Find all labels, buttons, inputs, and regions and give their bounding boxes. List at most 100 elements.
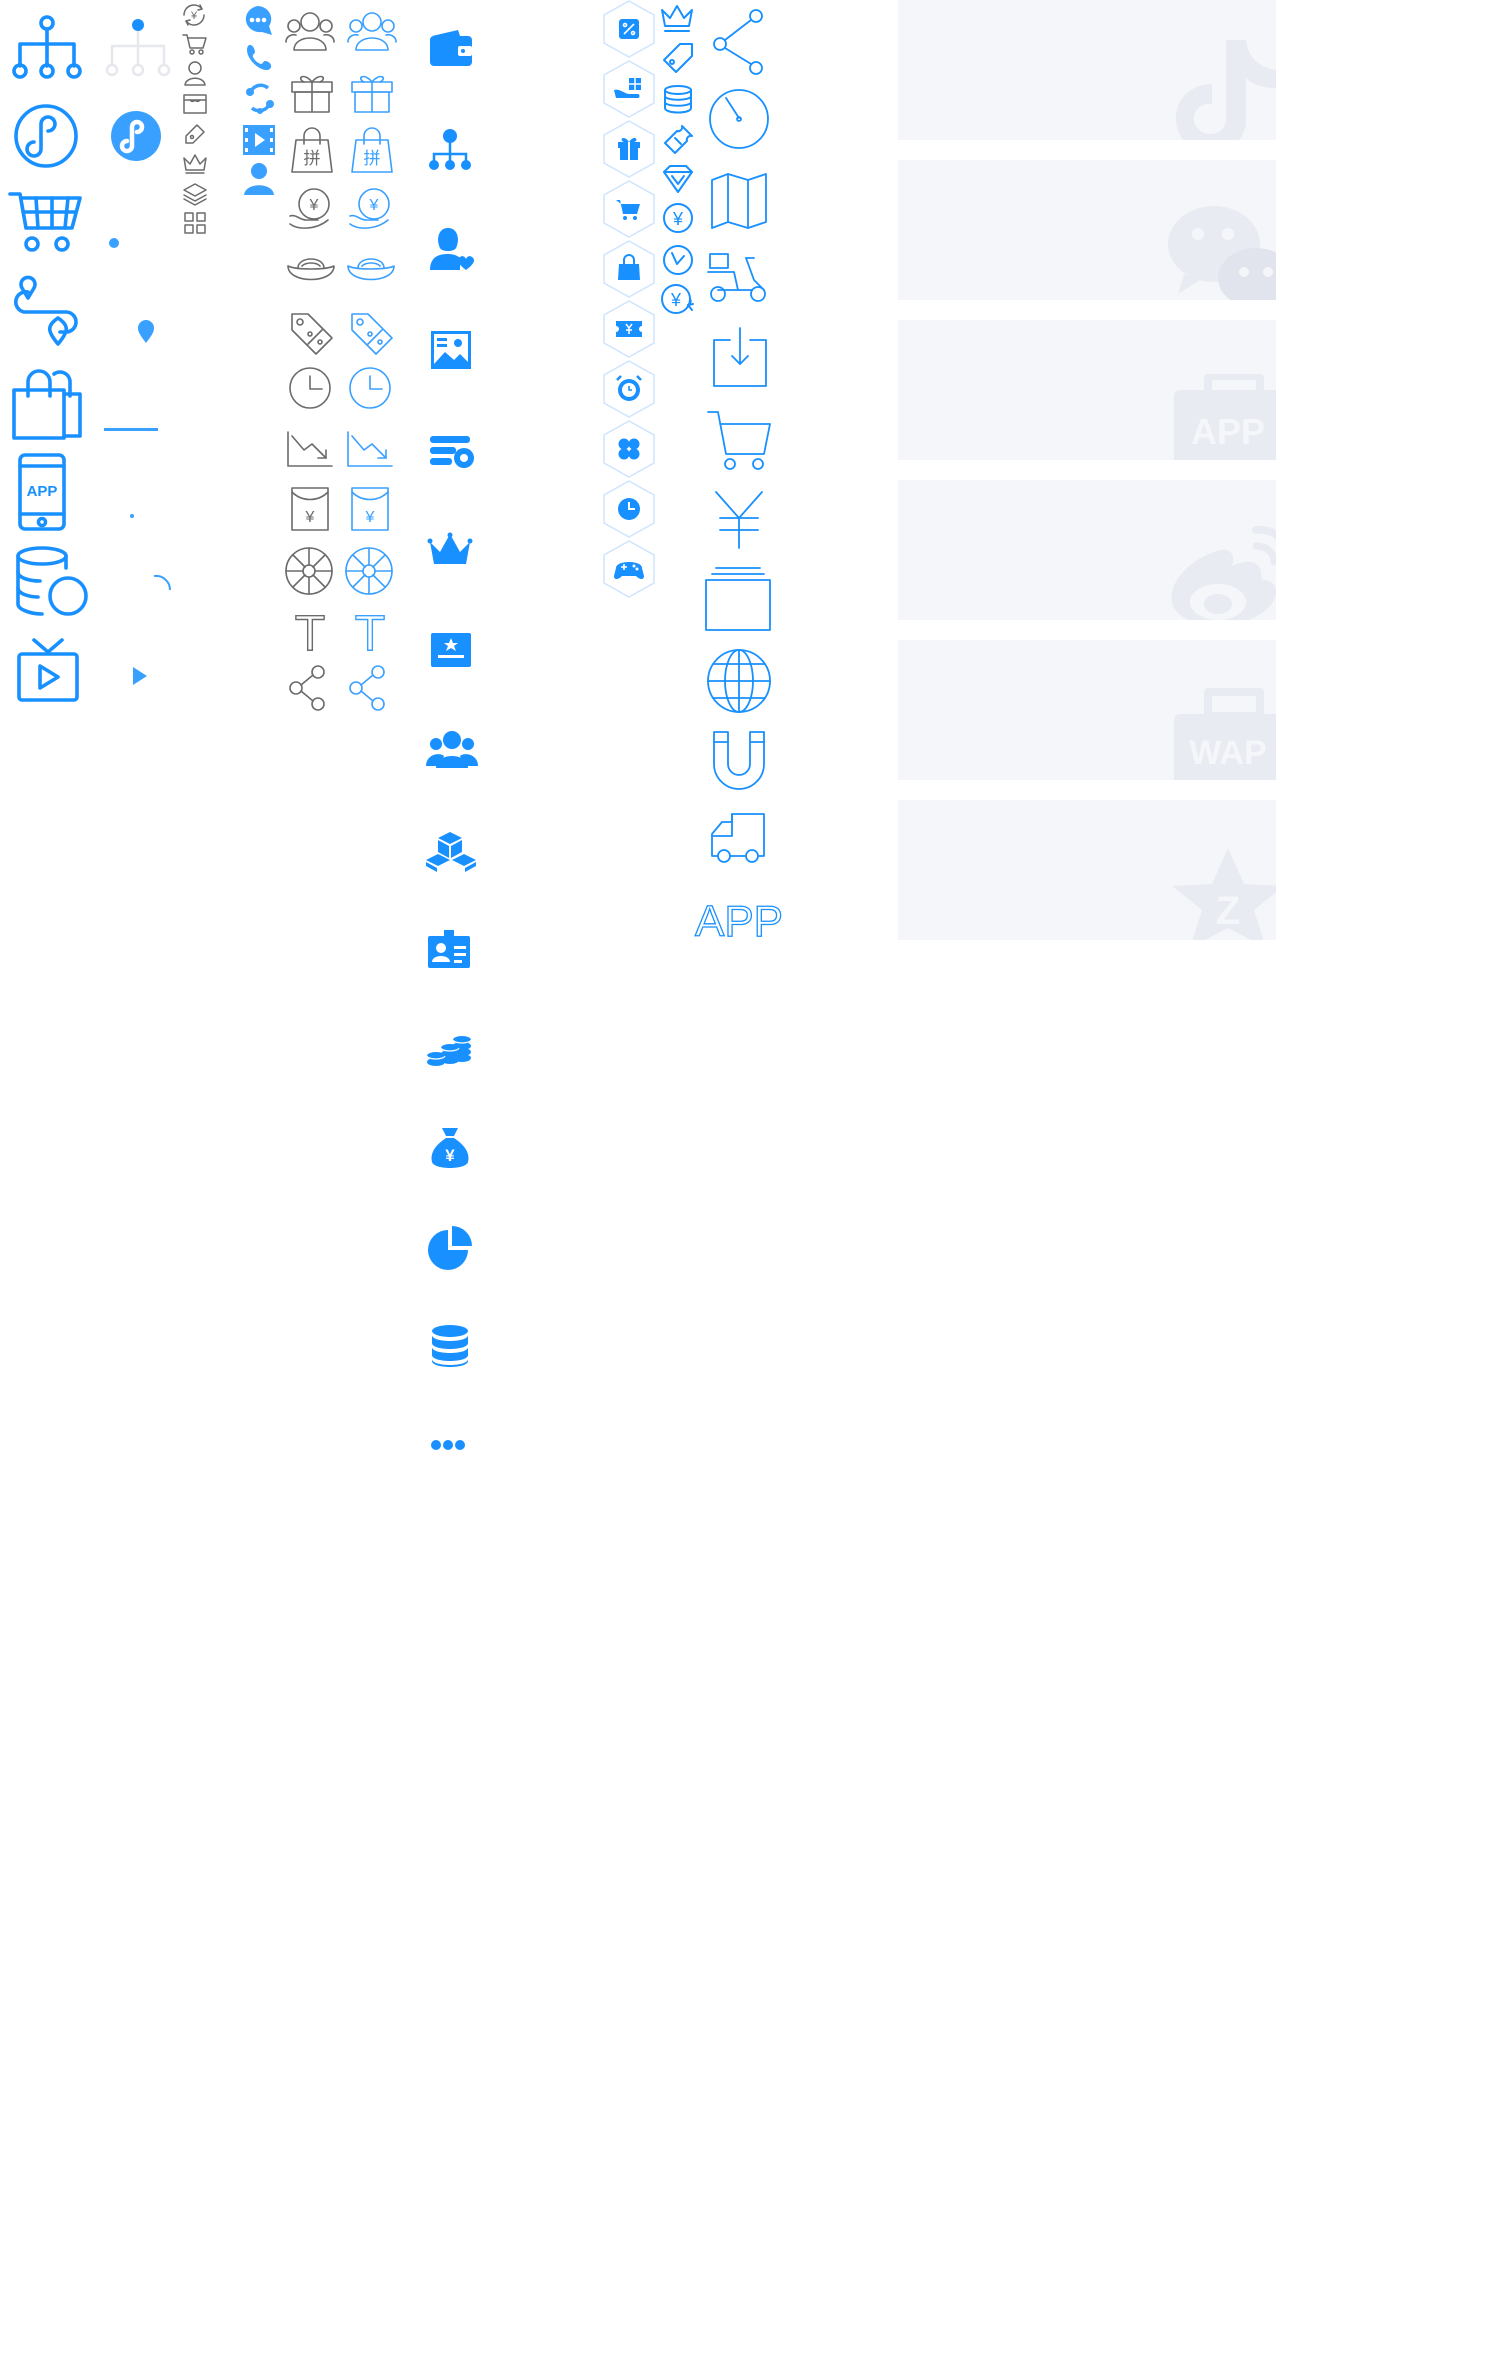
org-tree-icon: [12, 15, 82, 79]
share-nodes-icon: [289, 665, 325, 711]
yuan-glyph: ¥: [670, 290, 682, 310]
yuan-refresh-icon: ¥: [661, 284, 694, 314]
org-solid-icon: [429, 129, 471, 170]
mini-program-filled-icon: [111, 111, 161, 161]
app-label: APP: [27, 483, 58, 500]
yuan-glyph: ¥: [365, 509, 375, 526]
dot-icon: [109, 238, 119, 248]
scooter-icon: [707, 253, 766, 302]
location-pin-icon: [138, 320, 154, 343]
grid-apps-icon: [184, 212, 206, 234]
group-buy-bag-icon: 拼: [291, 127, 333, 173]
arc-icon: [153, 574, 172, 591]
gold-ingot-icon: [287, 258, 335, 281]
database-sync-icon: [16, 546, 88, 616]
gift-box-icon: [351, 75, 393, 113]
pie-chart-icon: [428, 1226, 472, 1270]
pin-glyph: 拼: [364, 149, 381, 168]
yuan-glyph: ¥: [309, 197, 319, 214]
text-tool-icon: T: [294, 604, 326, 661]
wheel-icon: [285, 547, 333, 595]
small-dot-icon: [130, 514, 134, 518]
person-service-icon: [244, 163, 274, 195]
qzone-icon: Z: [1172, 848, 1276, 940]
qzone-card: Z: [898, 800, 1276, 940]
download-tray-icon: [713, 327, 767, 387]
discount-tag-icon: [291, 313, 333, 355]
app-badge-icon: APP: [1174, 374, 1276, 460]
tag-outline-icon: [663, 43, 693, 73]
coupon-icon: [664, 125, 693, 154]
qzone-label: Z: [1216, 889, 1240, 933]
shopping-cart-icon: [8, 192, 82, 252]
shopping-bags-icon: [12, 369, 82, 440]
user-small-icon: [184, 61, 206, 86]
text-tool-icon: T: [354, 604, 386, 661]
more-dots-icon: [431, 1440, 465, 1450]
wap-badge-label: WAP: [1189, 734, 1266, 772]
clock-check-icon: [663, 245, 693, 275]
hex-discount-icon: [603, 0, 655, 58]
crown-icon: [427, 532, 473, 564]
crown-outline-icon: [661, 5, 693, 32]
discount-tag-icon: [351, 313, 393, 355]
app-badge-label: APP: [1191, 411, 1265, 452]
video-film-icon: [243, 125, 275, 155]
boxes-icon: [426, 832, 476, 872]
user-group-icon: [285, 12, 335, 51]
wap-badge-icon: WAP: [1174, 688, 1276, 780]
yuan-hand-icon: ¥: [349, 188, 390, 229]
yuan-glyph: ¥: [672, 209, 684, 229]
hex-hand-gift-icon: [603, 60, 655, 118]
truck-icon: [711, 813, 765, 863]
layers-icon: [183, 183, 207, 206]
org-tree-faded-icon: [105, 19, 171, 77]
trend-down-icon: [287, 431, 333, 467]
yuan-large-icon: [715, 491, 763, 549]
phone-icon: [247, 44, 272, 70]
t-glyph: T: [355, 605, 386, 661]
weibo-card: [898, 480, 1276, 620]
tag-edit-icon: [185, 124, 205, 144]
globe-icon: [707, 649, 771, 713]
folder-stack-icon: [705, 567, 771, 631]
tiktok-icon: [1176, 40, 1276, 140]
wheel-icon: [345, 547, 393, 595]
hex-ticket-icon: [603, 300, 655, 358]
yuan-glyph: ¥: [369, 197, 379, 214]
database-icon: [432, 1325, 468, 1367]
coins-icon: [426, 1036, 472, 1066]
share-nodes-icon: [349, 665, 385, 711]
chat-bubble-icon: [245, 6, 272, 35]
mobile-app-icon: APP: [18, 453, 66, 531]
yuan-glyph: ¥: [445, 1146, 455, 1165]
user-group-icon: [347, 12, 397, 51]
play-triangle-icon: [133, 667, 147, 685]
red-envelope-icon: ¥: [351, 487, 389, 531]
crown-small-icon: [183, 154, 207, 174]
yuan-glyph: ¥: [305, 509, 315, 526]
hex-gamepad-icon: [603, 540, 655, 598]
yuan-hand-icon: ¥: [289, 188, 330, 229]
pin-glyph: 拼: [304, 149, 321, 168]
trend-down-icon: [347, 431, 393, 467]
hex-cart-icon: [603, 180, 655, 238]
cart-small-icon: [182, 34, 207, 55]
speedometer-icon: [709, 89, 769, 149]
team-icon: [426, 731, 478, 768]
tiktok-card: [898, 0, 1276, 140]
yuan-circle-icon: ¥: [663, 203, 693, 233]
share-circle-icon: [246, 83, 274, 114]
app-text-glyph: APP: [695, 897, 783, 946]
group-buy-bag-icon: 拼: [351, 127, 393, 173]
t-glyph: T: [295, 605, 326, 661]
clock-icon: [289, 367, 331, 409]
hex-clock-icon: [603, 480, 655, 538]
app-card: APP: [898, 320, 1276, 460]
hex-bag-icon: [603, 240, 655, 298]
map-icon: [711, 173, 767, 229]
certificate-icon: [431, 633, 471, 667]
hex-alarm-icon: [603, 360, 655, 418]
diamond-icon: [663, 165, 693, 193]
card-settings-icon: [430, 436, 474, 468]
